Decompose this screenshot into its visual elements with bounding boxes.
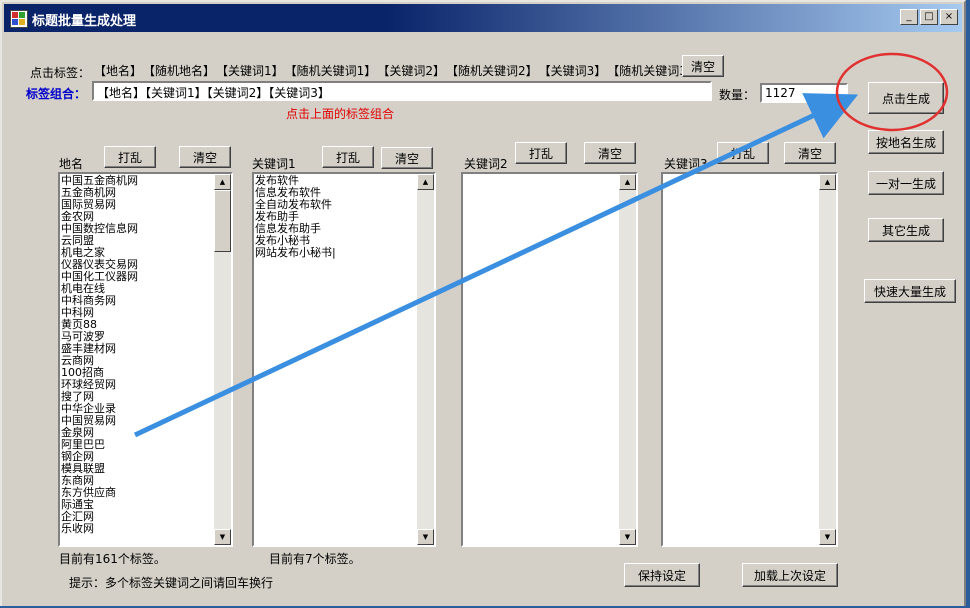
kw1-shuffle-button[interactable]: 打乱 <box>322 146 374 168</box>
tag-item[interactable]: 【地名】 <box>94 62 142 79</box>
kw2-shuffle-button[interactable]: 打乱 <box>515 142 567 164</box>
tag-list: 【地名】 【随机地名】 【关键词1】 【随机关键词1】 【关键词2】 【随机关键词2】 【关… <box>94 62 700 79</box>
combo-input[interactable]: 【地名】【关键词1】【关键词2】【关键词3】 <box>92 81 712 101</box>
scroll-thumb[interactable] <box>214 190 231 252</box>
click-tags-label: 点击标签： <box>30 66 91 80</box>
kw2-label: 关键词2 <box>464 157 508 171</box>
place-count: 目前有161个标签。 <box>59 552 166 566</box>
load-last-button[interactable]: 加载上次设定 <box>742 563 838 587</box>
scroll-down-icon[interactable]: ▼ <box>417 529 434 545</box>
tag-item[interactable]: 【随机地名】 <box>143 62 215 79</box>
tag-item[interactable]: 【关键词2】 <box>377 62 445 79</box>
count-input[interactable]: 1127 <box>760 83 848 103</box>
app-icon <box>10 10 28 28</box>
kw2-clear-button[interactable]: 清空 <box>584 142 636 164</box>
scroll-up-icon[interactable]: ▲ <box>819 174 836 190</box>
one-to-one-button[interactable]: 一对一生成 <box>868 171 944 195</box>
fast-bulk-button[interactable]: 快速大量生成 <box>864 279 956 303</box>
combo-label: 标签组合： <box>26 87 87 101</box>
kw1-count: 目前有7个标签。 <box>269 552 361 566</box>
save-settings-button[interactable]: 保持设定 <box>624 563 700 587</box>
kw3-scrollbar[interactable]: ▲ ▼ <box>819 174 836 545</box>
generate-button[interactable]: 点击生成 <box>868 82 944 114</box>
scroll-up-icon[interactable]: ▲ <box>417 174 434 190</box>
kw2-listbox[interactable]: ▲ ▼ <box>461 172 638 547</box>
scroll-down-icon[interactable]: ▼ <box>819 529 836 545</box>
tag-item[interactable]: 【随机关键词2】 <box>446 62 538 79</box>
clear-combo-button[interactable]: 清空 <box>682 55 724 77</box>
scroll-down-icon[interactable]: ▼ <box>214 529 231 545</box>
count-label: 数量： <box>719 88 756 102</box>
tag-item[interactable]: 【关键词1】 <box>216 62 284 79</box>
scroll-up-icon[interactable]: ▲ <box>619 174 636 190</box>
place-scrollbar[interactable]: ▲ ▼ <box>214 174 231 545</box>
scroll-down-icon[interactable]: ▼ <box>619 529 636 545</box>
kw1-listbox[interactable]: 发布软件 信息发布软件 全自动发布软件 发布助手 信息发布助手 发布小秘书 网站发布小秘书|… <box>252 172 436 547</box>
combo-hint: 点击上面的标签组合 <box>286 107 395 121</box>
tag-item[interactable]: 【关键词3】 <box>539 62 607 79</box>
place-label: 地名 <box>59 157 84 171</box>
scroll-up-icon[interactable]: ▲ <box>214 174 231 190</box>
maximize-button[interactable]: □ <box>920 9 938 25</box>
kw3-label: 关键词3 <box>664 157 708 171</box>
other-generate-button[interactable]: 其它生成 <box>868 218 944 242</box>
bottom-hint: 提示：多个标签关键词之间请回车换行 <box>69 576 274 590</box>
kw1-scrollbar[interactable]: ▲ ▼ <box>417 174 434 545</box>
kw3-listbox[interactable]: ▲ ▼ <box>661 172 838 547</box>
generate-by-place-button[interactable]: 按地名生成 <box>868 130 944 154</box>
kw1-label: 关键词1 <box>252 157 296 171</box>
kw3-clear-button[interactable]: 清空 <box>784 142 836 164</box>
main-window: 标题批量生成处理 _ □ × 点击标签： 【地名】 【随机地名】 【关键词1】 【随机… <box>0 0 966 606</box>
kw2-scrollbar[interactable]: ▲ ▼ <box>619 174 636 545</box>
title-bar: 标题批量生成处理 _ □ × <box>4 4 962 32</box>
tag-item[interactable]: 【随机关键词1】 <box>285 62 377 79</box>
list-item[interactable]: 网站发布小秘书| <box>255 247 416 259</box>
list-item[interactable]: 乐收网 <box>61 523 213 535</box>
kw3-shuffle-button[interactable]: 打乱 <box>717 142 769 164</box>
minimize-button[interactable]: _ <box>900 9 918 25</box>
close-button[interactable]: × <box>940 9 958 25</box>
place-listbox[interactable]: 中国五金商机网 五金商机网 国际贸易网 金农网 中国数控信息网 云同盟 机电之家 仪器仪表交易… <box>58 172 233 547</box>
place-shuffle-button[interactable]: 打乱 <box>104 146 156 168</box>
window-title: 标题批量生成处理 <box>32 14 137 29</box>
place-clear-button[interactable]: 清空 <box>179 146 231 168</box>
kw1-clear-button[interactable]: 清空 <box>381 147 433 169</box>
